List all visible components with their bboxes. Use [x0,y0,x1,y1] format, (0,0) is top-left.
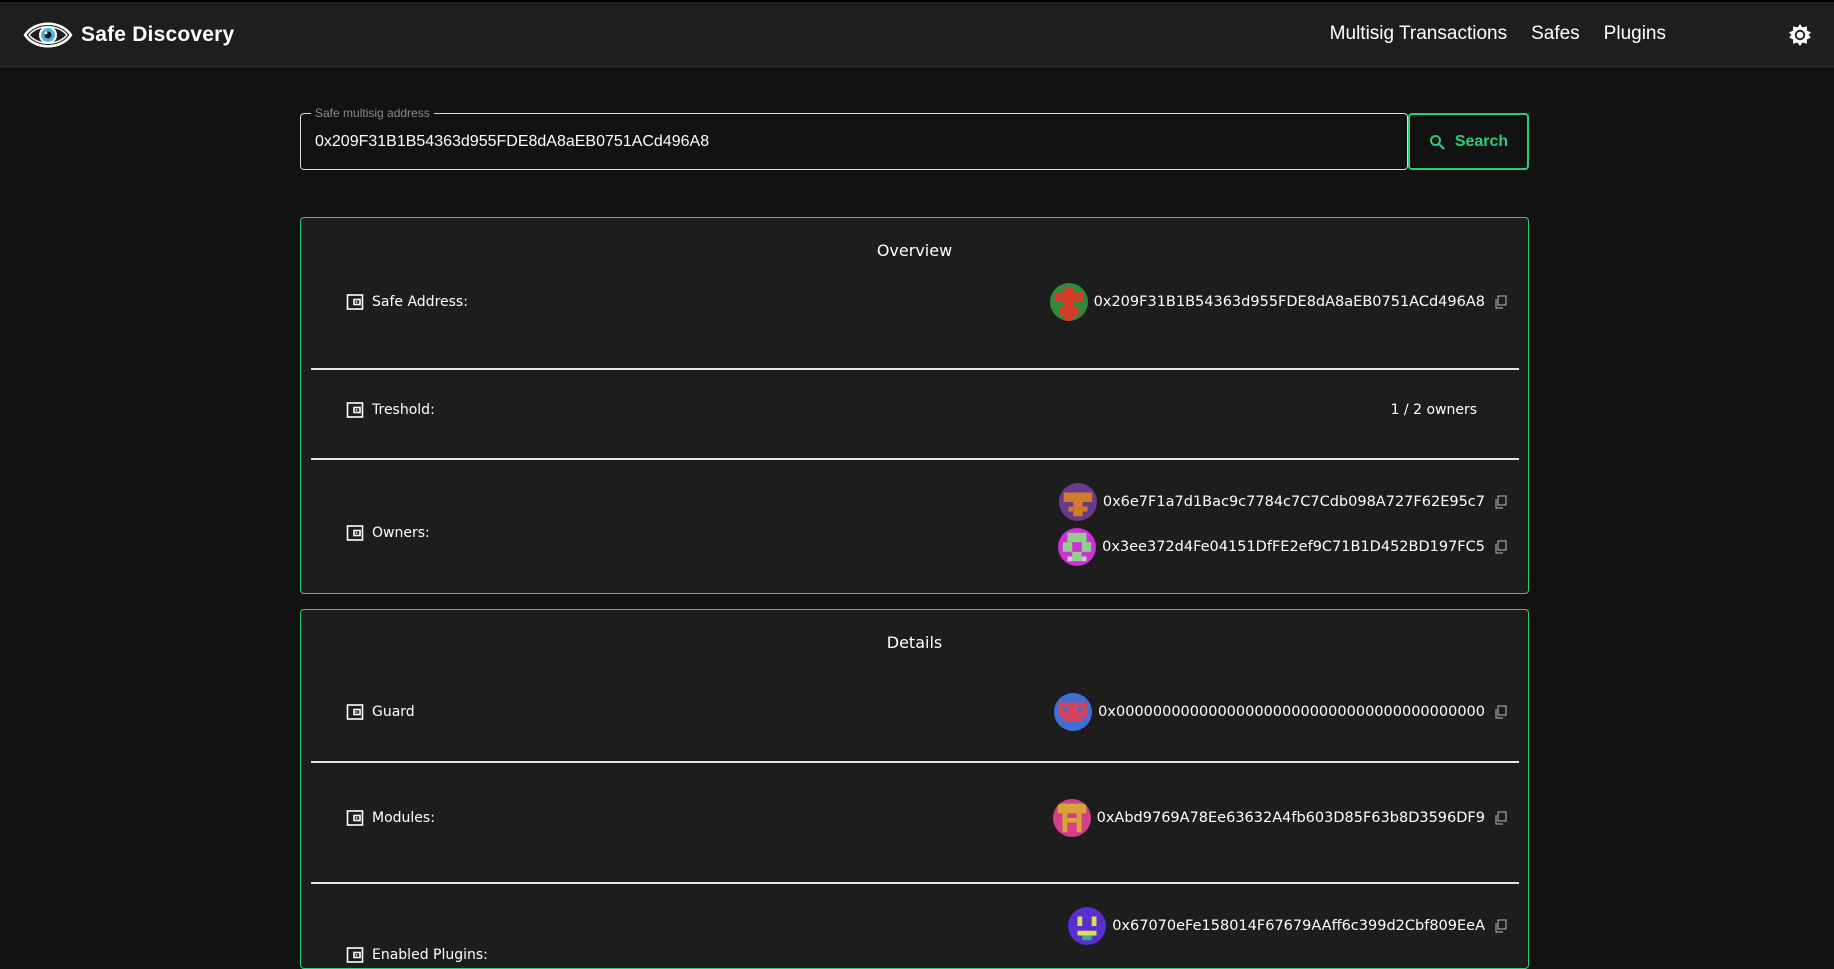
wallet-icon [346,810,364,826]
copy-icon[interactable] [1495,811,1507,825]
app-title: Safe Discovery [81,23,235,46]
modules-label-group: Modules: [346,809,435,827]
address-chip: 0x67070eFe158014F67679AAff6c399d2Cbf809E… [1068,906,1507,946]
threshold-label: Treshold: [372,402,435,418]
owners-row: Owners: 0x6e7F1a7d1Bac9c7784c7C7Cdb098A7… [311,462,1519,592]
search-field-label: Safe multisig address [311,106,434,120]
owner-item: 0x6e7F1a7d1Bac9c7784c7C7Cdb098A727F62E95… [1058,482,1507,522]
wallet-icon [346,525,364,541]
threshold-values: 1 / 2 owners [1391,401,1507,419]
owners-values: 0x6e7F1a7d1Bac9c7784c7C7Cdb098A727F62E95… [1058,482,1507,567]
enabled-plugins-values: 0x67070eFe158014F67679AAff6c399d2Cbf809E… [1068,906,1507,946]
divider [311,458,1519,460]
copy-icon[interactable] [1495,540,1507,554]
nav-plugins[interactable]: Plugins [1604,23,1666,45]
safe-address-search-field[interactable]: Safe multisig address [300,106,1408,170]
threshold-row: Treshold: 1 / 2 owners [311,373,1519,448]
wallet-icon [346,294,364,310]
divider [311,368,1519,370]
identicon-avatar [1068,907,1107,945]
divider [311,882,1519,884]
owners-label-group: Owners: [346,524,430,542]
search-icon [1429,134,1445,150]
wallet-icon [346,947,364,963]
safe-address-label: Safe Address: [372,294,468,310]
app-bar: Safe Discovery Multisig Transactions Saf… [0,0,1834,67]
guard-label: Guard [372,704,415,720]
copy-icon[interactable] [1495,705,1507,719]
safe-address-input[interactable] [313,128,1393,156]
identicon-avatar [1058,528,1097,566]
guard-values: 0x00000000000000000000000000000000000000… [1054,692,1507,732]
safe-address-label-group: Safe Address: [346,293,468,311]
owner-address: 0x3ee372d4Fe04151DfFE2ef9C71B1D452BD197F… [1102,539,1485,555]
identicon-avatar [1058,483,1097,521]
modules-row: Modules: 0xAbd9769A78Ee63632A4fb603D85F6… [311,798,1519,838]
enabled-plugins-row: Enabled Plugins: 0x67070eFe158014F67679A… [311,906,1519,968]
overview-title: Overview [876,241,953,260]
modules-label: Modules: [372,810,435,826]
safe-address-row: Safe Address: 0x209F31B1B54363d955FDE8dA… [311,282,1519,322]
search-button[interactable]: Search [1408,113,1529,170]
eye-logo-icon [23,22,73,48]
details-card: Details Guard 0x000000000000000000000000… [300,609,1529,969]
identicon-avatar [1049,283,1088,321]
brightness-icon[interactable] [1788,23,1812,47]
nav-multisig-transactions[interactable]: Multisig Transactions [1330,23,1507,45]
guard-row: Guard 0x00000000000000000000000000000000… [311,692,1519,732]
plugin-address: 0x67070eFe158014F67679AAff6c399d2Cbf809E… [1112,918,1485,934]
address-chip: 0x00000000000000000000000000000000000000… [1054,692,1507,732]
search-button-label: Search [1454,132,1509,150]
details-title: Details [886,633,943,652]
address-chip: 0xAbd9769A78Ee63632A4fb603D85F63b8D3596D… [1052,798,1507,838]
wallet-icon [346,402,364,418]
brand[interactable]: Safe Discovery [23,16,234,54]
safe-address-value: 0x209F31B1B54363d955FDE8dA8aEB0751ACd496… [1093,294,1485,310]
nav-safes[interactable]: Safes [1531,23,1580,45]
address-chip: 0x209F31B1B54363d955FDE8dA8aEB0751ACd496… [1049,282,1507,322]
guard-address: 0x00000000000000000000000000000000000000… [1098,704,1485,720]
identicon-avatar [1052,799,1091,837]
enabled-plugins-label: Enabled Plugins: [372,947,488,963]
modules-values: 0xAbd9769A78Ee63632A4fb603D85F63b8D3596D… [1052,798,1507,838]
guard-label-group: Guard [346,703,415,721]
owners-label: Owners: [372,525,430,541]
safe-address-values: 0x209F31B1B54363d955FDE8dA8aEB0751ACd496… [1049,282,1507,322]
overview-card: Overview Safe Address: 0x209F31B1B54363d… [300,217,1529,594]
owner-item: 0x3ee372d4Fe04151DfFE2ef9C71B1D452BD197F… [1058,527,1507,567]
main-nav: Multisig Transactions Safes Plugins [1330,23,1666,45]
threshold-label-group: Treshold: [346,401,435,419]
enabled-plugins-label-group: Enabled Plugins: [346,946,488,964]
divider [311,761,1519,763]
identicon-avatar [1054,693,1093,731]
owner-address: 0x6e7F1a7d1Bac9c7784c7C7Cdb098A727F62E95… [1102,494,1485,510]
threshold-value: 1 / 2 owners [1390,402,1477,418]
copy-icon[interactable] [1495,295,1507,309]
module-address: 0xAbd9769A78Ee63632A4fb603D85F63b8D3596D… [1096,810,1485,826]
copy-icon[interactable] [1495,495,1507,509]
wallet-icon [346,704,364,720]
copy-icon[interactable] [1495,919,1507,933]
